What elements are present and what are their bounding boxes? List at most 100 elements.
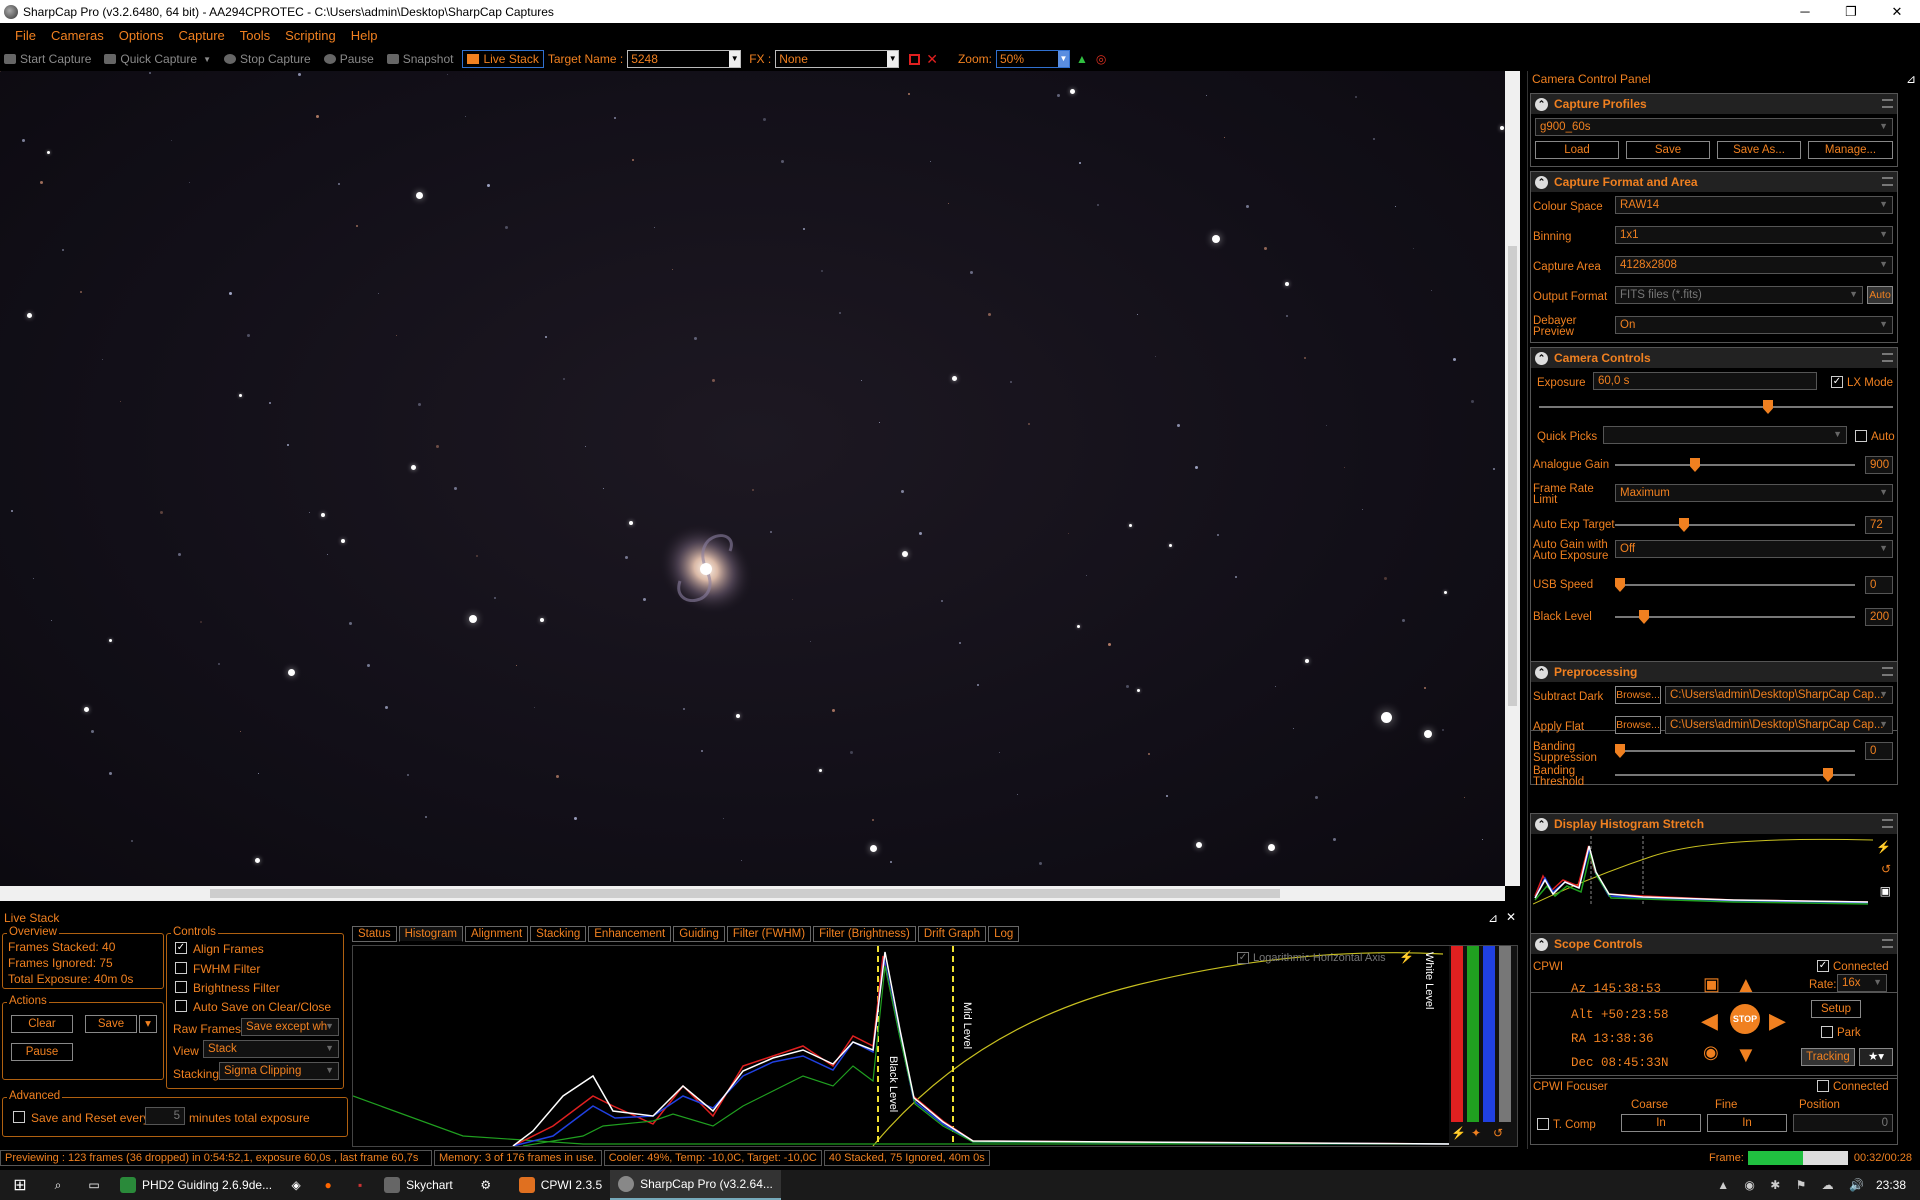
star-icon[interactable]: ✦: [1471, 1126, 1481, 1140]
crosshair-icon[interactable]: ✕: [926, 51, 938, 68]
taskbar-app-skychart[interactable]: Skychart: [376, 1170, 461, 1200]
arrow-left-icon[interactable]: ◀: [1701, 1008, 1718, 1034]
chevron-down-icon[interactable]: ▼: [729, 51, 741, 67]
scope-connected-checkbox[interactable]: ✓: [1817, 960, 1829, 972]
menu-icon[interactable]: [1882, 939, 1893, 948]
tab-filter-brightness[interactable]: Filter (Brightness): [813, 926, 916, 942]
collapse-icon[interactable]: ⌃: [1535, 97, 1548, 111]
slider-knob[interactable]: [1615, 744, 1625, 758]
dark-path-select[interactable]: C:\Users\admin\Desktop\SharpCap Cap... ▼: [1665, 686, 1893, 704]
minimize-button[interactable]: ─: [1782, 0, 1828, 23]
pin-icon[interactable]: ⊿: [1906, 72, 1916, 86]
taskbar-app-cpwi[interactable]: CPWI 2.3.5: [511, 1170, 610, 1200]
restore-button[interactable]: ❐: [1828, 0, 1874, 23]
fwhm-filter-checkbox[interactable]: [175, 962, 187, 974]
menu-capture[interactable]: Capture: [179, 28, 225, 43]
scope-controls-header[interactable]: ⌃ Scope Controls: [1531, 934, 1897, 954]
arrow-down-icon[interactable]: ▼: [1735, 1042, 1757, 1068]
log-axis-checkbox[interactable]: ✓: [1237, 952, 1249, 964]
analogue-gain-slider[interactable]: [1615, 458, 1855, 472]
camera-controls-header[interactable]: ⌃ Camera Controls: [1531, 348, 1897, 368]
manage-button[interactable]: Manage...: [1808, 141, 1893, 159]
exposure-input[interactable]: 60,0 s: [1593, 372, 1817, 390]
save-profile-button[interactable]: Save: [1626, 141, 1710, 159]
snapshot-button[interactable]: Snapshot: [383, 52, 453, 66]
collapse-icon[interactable]: ⌃: [1535, 937, 1548, 951]
tab-filter-fwhm[interactable]: Filter (FWHM): [726, 926, 812, 942]
stop-capture-button[interactable]: Stop Capture: [220, 52, 311, 66]
black-level-slider[interactable]: [1615, 610, 1855, 624]
banding-suppression-input[interactable]: 0: [1865, 742, 1893, 760]
histogram-icon[interactable]: ▲: [1076, 52, 1088, 66]
coarse-in-button[interactable]: In: [1621, 1114, 1701, 1132]
usb-speed-input[interactable]: 0: [1865, 576, 1893, 594]
arrow-right-icon[interactable]: ▶: [1769, 1008, 1786, 1034]
vertical-scrollbar[interactable]: [1505, 71, 1520, 886]
tab-guiding[interactable]: Guiding: [673, 926, 725, 942]
taskbar-app-sharpcap[interactable]: SharpCap Pro (v3.2.64...: [610, 1170, 781, 1200]
fine-in-button[interactable]: In: [1707, 1114, 1787, 1132]
quick-picks-select[interactable]: ▼: [1603, 426, 1847, 444]
stack-histogram[interactable]: Black Level Mid Level White Level ✓ Loga…: [352, 945, 1518, 1147]
analogue-gain-input[interactable]: 900: [1865, 456, 1893, 474]
usb-speed-slider[interactable]: [1615, 578, 1855, 592]
lightning-icon[interactable]: ⚡: [1876, 840, 1891, 854]
menu-cameras[interactable]: Cameras: [51, 28, 104, 43]
quick-capture-button[interactable]: Quick Capture ▼: [100, 52, 211, 66]
image-viewport[interactable]: [0, 71, 1505, 886]
align-frames-checkbox[interactable]: ✓: [175, 942, 187, 954]
start-capture-button[interactable]: Start Capture: [0, 52, 91, 66]
view-select[interactable]: Stack ▼: [203, 1040, 339, 1058]
zoom-select[interactable]: 50% ▼: [995, 50, 1070, 68]
collapse-icon[interactable]: ⌃: [1535, 665, 1548, 679]
browse-dark-button[interactable]: Browse...: [1615, 686, 1661, 704]
tab-enhancement[interactable]: Enhancement: [588, 926, 672, 942]
red-square-icon[interactable]: [909, 53, 921, 65]
scroll-thumb[interactable]: [210, 889, 1280, 898]
chevron-down-icon[interactable]: ▼: [887, 51, 899, 67]
tracking-button[interactable]: Tracking: [1801, 1048, 1855, 1066]
auto-exposure-checkbox[interactable]: [1855, 430, 1867, 442]
close-button[interactable]: ✕: [1874, 0, 1920, 23]
star-tracking-select[interactable]: ★▾: [1859, 1048, 1893, 1066]
flat-path-select[interactable]: C:\Users\admin\Desktop\SharpCap Cap... ▼: [1665, 716, 1893, 734]
target-name-input[interactable]: 5248 ▼: [627, 50, 742, 68]
reset-icon[interactable]: ↺: [1493, 1126, 1503, 1140]
pause-button[interactable]: Pause: [320, 52, 374, 66]
auto-exp-slider[interactable]: [1615, 518, 1855, 532]
load-button[interactable]: Load: [1535, 141, 1619, 159]
position-input[interactable]: 0: [1793, 1114, 1893, 1132]
banding-threshold-slider[interactable]: [1615, 768, 1855, 782]
colour-space-select[interactable]: RAW14 ▼: [1615, 196, 1893, 214]
live-stack-button[interactable]: Live Stack: [462, 50, 544, 68]
menu-tools[interactable]: Tools: [240, 28, 270, 43]
auto-button[interactable]: Auto: [1867, 286, 1893, 304]
slider-knob[interactable]: [1639, 610, 1649, 624]
save-icon[interactable]: ▣: [1880, 884, 1891, 898]
menu-icon[interactable]: [1882, 819, 1893, 828]
tab-log[interactable]: Log: [988, 926, 1020, 942]
pinned-app-icon[interactable]: ◈: [280, 1178, 312, 1192]
horizontal-scrollbar[interactable]: [0, 886, 1505, 901]
capture-format-header[interactable]: ⌃ Capture Format and Area: [1531, 172, 1897, 192]
exposure-slider[interactable]: [1539, 400, 1893, 414]
menu-icon[interactable]: [1882, 177, 1893, 186]
auto-gain-select[interactable]: Off ▼: [1615, 540, 1893, 558]
scroll-thumb[interactable]: [1508, 246, 1517, 706]
tab-alignment[interactable]: Alignment: [465, 926, 529, 942]
green-channel-bar[interactable]: [1467, 946, 1479, 1122]
close-icon[interactable]: ✕: [1506, 910, 1516, 924]
save-as-button[interactable]: Save As...: [1717, 141, 1801, 159]
slider-knob[interactable]: [1615, 578, 1625, 592]
slider-knob[interactable]: [1679, 518, 1689, 532]
menu-options[interactable]: Options: [119, 28, 164, 43]
taskbar-app-phd2[interactable]: PHD2 Guiding 2.6.9de...: [112, 1170, 280, 1200]
black-level-input[interactable]: 200: [1865, 608, 1893, 626]
histogram-stretch-header[interactable]: ⌃ Display Histogram Stretch: [1531, 814, 1897, 834]
preprocessing-header[interactable]: ⌃ Preprocessing: [1531, 662, 1897, 682]
red-channel-bar[interactable]: [1451, 946, 1463, 1122]
chevron-down-icon[interactable]: ▼: [203, 55, 211, 64]
stop-button[interactable]: STOP: [1730, 1004, 1760, 1034]
chevron-down-icon[interactable]: ▼: [1057, 51, 1069, 67]
search-icon[interactable]: ⌕: [40, 1178, 76, 1193]
